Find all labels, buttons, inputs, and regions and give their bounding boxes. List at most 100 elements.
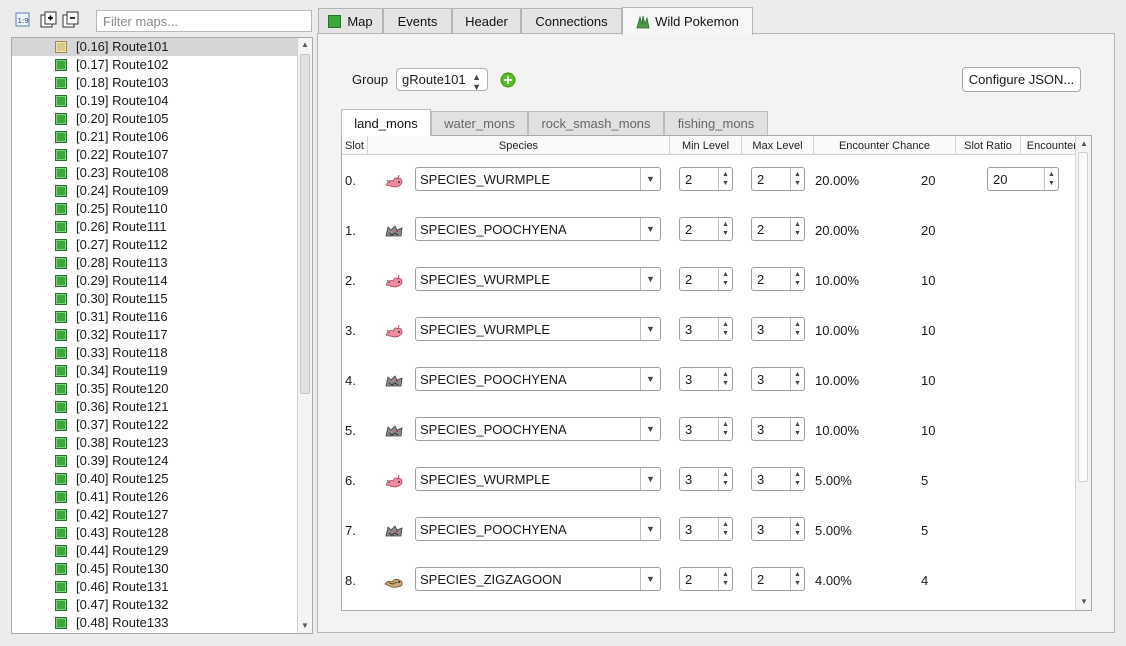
column-header[interactable]: Encounter Chance: [814, 136, 956, 155]
map-list-item[interactable]: [0.21] Route106: [12, 128, 297, 146]
table-scrollbar[interactable]: ▲ ▼: [1075, 136, 1091, 610]
map-list-item[interactable]: [0.25] Route110: [12, 200, 297, 218]
step-up-icon[interactable]: ▲: [794, 271, 801, 278]
stepper-arrows[interactable]: ▲ ▼: [790, 568, 804, 590]
scroll-thumb[interactable]: [300, 54, 310, 394]
step-up-icon[interactable]: ▲: [722, 221, 729, 228]
tab-land-mons[interactable]: land_mons: [341, 109, 431, 136]
max-level-spinbox[interactable]: 2 ▲ ▼: [751, 217, 805, 241]
step-up-icon[interactable]: ▲: [794, 221, 801, 228]
tab-events[interactable]: Events: [383, 8, 452, 34]
min-level-spinbox[interactable]: 2 ▲ ▼: [679, 217, 733, 241]
stepper-arrows[interactable]: ▲ ▼: [1044, 168, 1058, 190]
step-up-icon[interactable]: ▲: [1048, 171, 1055, 178]
stepper-arrows[interactable]: ▲ ▼: [718, 418, 732, 440]
stepper-arrows[interactable]: ▲ ▼: [718, 568, 732, 590]
map-list-item[interactable]: [0.28] Route113: [12, 254, 297, 272]
group-dropdown[interactable]: gRoute101 ▲ ▼: [396, 68, 488, 92]
map-list-item[interactable]: [0.39] Route124: [12, 452, 297, 470]
stepper-arrows[interactable]: ▲ ▼: [718, 268, 732, 290]
map-list-item[interactable]: [0.43] Route128: [12, 524, 297, 542]
map-list-item[interactable]: [0.24] Route109: [12, 182, 297, 200]
min-level-spinbox[interactable]: 2 ▲ ▼: [679, 267, 733, 291]
species-dropdown[interactable]: SPECIES_POOCHYENA ▼: [415, 367, 661, 391]
add-group-icon[interactable]: [500, 72, 516, 88]
stepper-arrows[interactable]: ▲ ▼: [718, 368, 732, 390]
tab-connections[interactable]: Connections: [521, 8, 622, 34]
column-header[interactable]: Slot: [342, 136, 368, 155]
max-level-spinbox[interactable]: 3 ▲ ▼: [751, 367, 805, 391]
map-list-item[interactable]: [0.42] Route127: [12, 506, 297, 524]
collapse-all-icon[interactable]: [62, 11, 80, 29]
step-up-icon[interactable]: ▲: [794, 371, 801, 378]
map-list-item[interactable]: [0.47] Route132: [12, 596, 297, 614]
map-list-item[interactable]: [0.38] Route123: [12, 434, 297, 452]
column-header[interactable]: Species: [368, 136, 670, 155]
max-level-spinbox[interactable]: 3 ▲ ▼: [751, 467, 805, 491]
min-level-spinbox[interactable]: 3 ▲ ▼: [679, 517, 733, 541]
step-up-icon[interactable]: ▲: [794, 521, 801, 528]
step-up-icon[interactable]: ▲: [722, 371, 729, 378]
step-down-icon[interactable]: ▼: [794, 430, 801, 437]
min-level-spinbox[interactable]: 3 ▲ ▼: [679, 467, 733, 491]
stepper-arrows[interactable]: ▲ ▼: [718, 318, 732, 340]
step-up-icon[interactable]: ▲: [722, 171, 729, 178]
stepper-arrows[interactable]: ▲ ▼: [790, 218, 804, 240]
column-header[interactable]: Min Level: [670, 136, 742, 155]
species-dropdown[interactable]: SPECIES_POOCHYENA ▼: [415, 417, 661, 441]
species-dropdown[interactable]: SPECIES_POOCHYENA ▼: [415, 517, 661, 541]
step-down-icon[interactable]: ▼: [722, 180, 729, 187]
map-list-item[interactable]: [0.34] Route119: [12, 362, 297, 380]
sort-maps-icon[interactable]: 1:9: [14, 11, 32, 29]
stepper-arrows[interactable]: ▲ ▼: [790, 518, 804, 540]
scroll-up-icon[interactable]: ▲: [301, 41, 309, 49]
stepper-arrows[interactable]: ▲ ▼: [718, 518, 732, 540]
scroll-thumb[interactable]: [1078, 152, 1088, 482]
step-up-icon[interactable]: ▲: [794, 421, 801, 428]
species-dropdown[interactable]: SPECIES_ZIGZAGOON ▼: [415, 567, 661, 591]
max-level-spinbox[interactable]: 3 ▲ ▼: [751, 317, 805, 341]
map-list-item[interactable]: [0.31] Route116: [12, 308, 297, 326]
step-down-icon[interactable]: ▼: [794, 530, 801, 537]
step-up-icon[interactable]: ▲: [722, 271, 729, 278]
stepper-arrows[interactable]: ▲ ▼: [790, 168, 804, 190]
map-list-scrollbar[interactable]: ▲ ▼: [297, 38, 312, 633]
max-level-spinbox[interactable]: 3 ▲ ▼: [751, 417, 805, 441]
step-down-icon[interactable]: ▼: [794, 330, 801, 337]
tab-map[interactable]: Map: [318, 8, 383, 34]
map-list-item[interactable]: [0.36] Route121: [12, 398, 297, 416]
species-dropdown[interactable]: SPECIES_POOCHYENA ▼: [415, 217, 661, 241]
step-down-icon[interactable]: ▼: [794, 280, 801, 287]
step-up-icon[interactable]: ▲: [722, 321, 729, 328]
map-list-item[interactable]: [0.44] Route129: [12, 542, 297, 560]
stepper-arrows[interactable]: ▲ ▼: [790, 368, 804, 390]
species-dropdown[interactable]: SPECIES_WURMPLE ▼: [415, 267, 661, 291]
step-down-icon[interactable]: ▼: [722, 330, 729, 337]
step-down-icon[interactable]: ▼: [794, 380, 801, 387]
map-list-item[interactable]: [0.45] Route130: [12, 560, 297, 578]
expand-all-icon[interactable]: [40, 11, 58, 29]
stepper-arrows[interactable]: ▲ ▼: [718, 218, 732, 240]
step-up-icon[interactable]: ▲: [722, 571, 729, 578]
min-level-spinbox[interactable]: 2 ▲ ▼: [679, 567, 733, 591]
step-up-icon[interactable]: ▲: [722, 471, 729, 478]
step-up-icon[interactable]: ▲: [794, 171, 801, 178]
step-down-icon[interactable]: ▼: [1048, 180, 1055, 187]
step-down-icon[interactable]: ▼: [794, 230, 801, 237]
map-list-item[interactable]: [0.27] Route112: [12, 236, 297, 254]
map-list-item[interactable]: [0.16] Route101: [12, 38, 297, 56]
min-level-spinbox[interactable]: 3 ▲ ▼: [679, 317, 733, 341]
map-list[interactable]: [0.16] Route101 [0.17] Route102 [0.18] Rou…: [11, 37, 313, 634]
min-level-spinbox[interactable]: 2 ▲ ▼: [679, 167, 733, 191]
max-level-spinbox[interactable]: 2 ▲ ▼: [751, 567, 805, 591]
max-level-spinbox[interactable]: 2 ▲ ▼: [751, 267, 805, 291]
map-list-item[interactable]: [0.48] Route133: [12, 614, 297, 632]
min-level-spinbox[interactable]: 3 ▲ ▼: [679, 417, 733, 441]
min-level-spinbox[interactable]: 3 ▲ ▼: [679, 367, 733, 391]
tab-header[interactable]: Header: [452, 8, 521, 34]
scroll-up-icon[interactable]: ▲: [1080, 140, 1088, 148]
map-list-item[interactable]: [0.40] Route125: [12, 470, 297, 488]
step-down-icon[interactable]: ▼: [794, 480, 801, 487]
step-down-icon[interactable]: ▼: [794, 580, 801, 587]
map-list-item[interactable]: [0.37] Route122: [12, 416, 297, 434]
